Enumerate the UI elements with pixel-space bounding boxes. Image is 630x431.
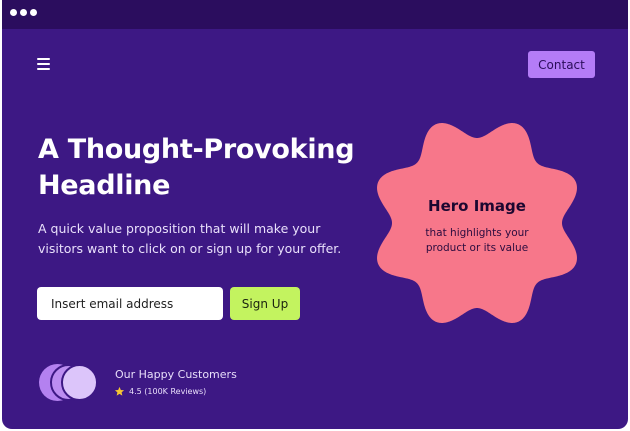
hero-image: Hero Image that highlights your product … [367, 113, 587, 333]
hero-shape [377, 123, 577, 323]
happy-customers-label: Our Happy Customers [115, 368, 237, 381]
sign-up-button[interactable]: Sign Up [230, 287, 300, 320]
star-icon [114, 386, 125, 396]
browser-window: Contact A Thought-Provoking Headline A q… [2, 0, 628, 429]
window-titlebar [2, 0, 628, 29]
contact-button[interactable]: Contact [528, 51, 595, 78]
avatar [61, 364, 98, 401]
window-controls [10, 9, 37, 16]
value-proposition: A quick value proposition that will make… [38, 221, 342, 256]
hero-image-title: Hero Image [428, 197, 526, 215]
window-dot[interactable] [30, 9, 37, 16]
page-headline: A Thought-Provoking Headline [38, 134, 355, 201]
hamburger-menu-icon[interactable] [37, 58, 50, 70]
rating: 4.5 (100K Reviews) [114, 386, 206, 397]
customer-avatars [39, 364, 103, 402]
window-dot[interactable] [10, 9, 17, 16]
window-dot[interactable] [20, 9, 27, 16]
hero-image-description: that highlights your product or its valu… [425, 227, 529, 254]
rating-text: 4.5 (100K Reviews) [129, 387, 207, 396]
email-input[interactable] [37, 287, 223, 320]
